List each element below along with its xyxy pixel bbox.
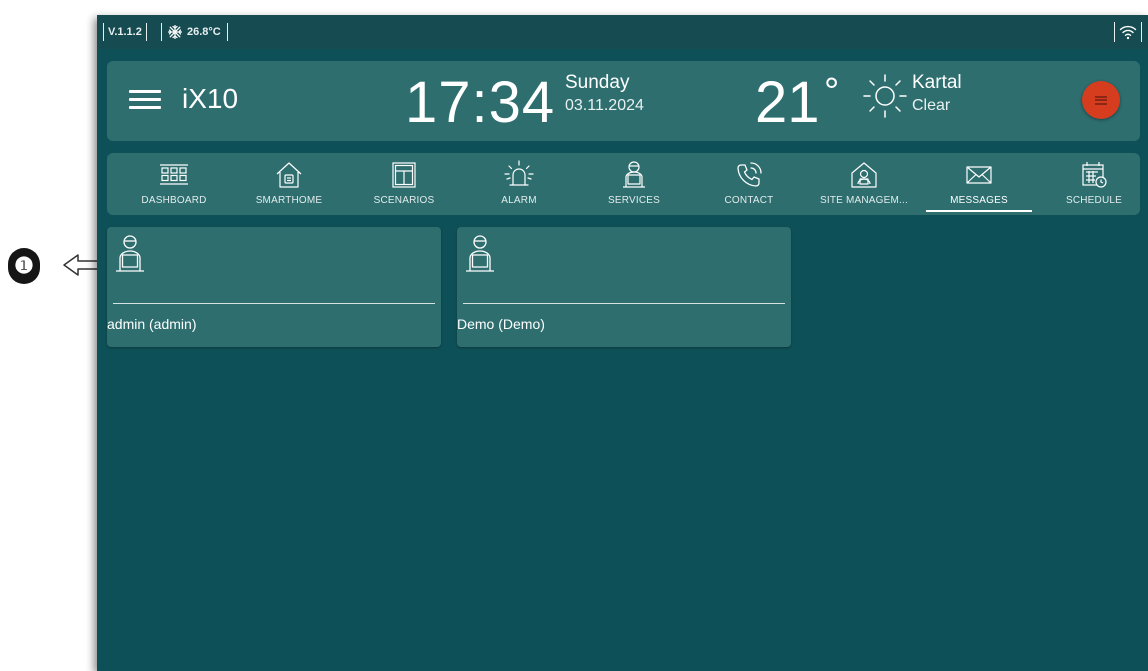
indoor-temperature: 26.8°C xyxy=(161,23,228,41)
snowflake-icon xyxy=(168,25,182,39)
weather-temperature: 21 xyxy=(755,70,820,135)
nav-label-schedule: SCHEDULE xyxy=(1065,195,1123,206)
envelope-icon xyxy=(966,166,992,184)
wifi-status[interactable] xyxy=(1114,22,1142,42)
nav-label-smarthome: SMARTHOME xyxy=(255,195,323,206)
nav-item-scenarios[interactable]: SCENARIOS xyxy=(349,153,459,215)
sun-icon xyxy=(863,74,907,118)
house-icon xyxy=(276,162,302,188)
nav-label-site-management: SITE MANAGEM... xyxy=(819,195,908,206)
active-tab-indicator xyxy=(926,210,1032,212)
nav-item-dashboard[interactable]: DASHBOARD xyxy=(119,153,229,215)
person-laptop-icon xyxy=(623,161,645,188)
nav-label-alarm: ALARM xyxy=(501,195,537,206)
version-label: V.1.1.2 xyxy=(103,23,147,41)
card-divider xyxy=(113,303,435,304)
site-management-icon xyxy=(851,162,877,188)
main-nav: DASHBOARD SMARTHOME SCENARIOS ALARM SERV… xyxy=(107,153,1140,215)
user-name-label: Demo (Demo) xyxy=(457,316,545,332)
nav-label-services: SERVICES xyxy=(608,195,660,206)
options-menu-button[interactable] xyxy=(1082,81,1120,119)
calendar-clock-icon xyxy=(1082,162,1107,188)
clock-time: 17:34 xyxy=(405,70,556,135)
nav-label-contact: CONTACT xyxy=(724,195,774,206)
nav-item-alarm[interactable]: ALARM xyxy=(464,153,574,215)
window-icon xyxy=(392,162,416,188)
nav-item-services[interactable]: SERVICES xyxy=(579,153,689,215)
nav-label-messages: MESSAGES xyxy=(950,195,1008,206)
callout-number: ❶ xyxy=(8,248,40,284)
card-divider xyxy=(463,303,785,304)
wifi-icon xyxy=(1119,25,1137,40)
siren-icon xyxy=(504,160,534,186)
hamburger-menu-icon[interactable] xyxy=(129,85,161,117)
status-bar: V.1.1.2 26.8°C xyxy=(97,15,1148,49)
nav-item-site-management[interactable]: SITE MANAGEM... xyxy=(809,153,919,215)
temperature-value: 26.8°C xyxy=(187,26,221,38)
nav-label-scenarios: SCENARIOS xyxy=(373,195,435,206)
degree-symbol: ° xyxy=(824,71,840,113)
nav-label-dashboard: DASHBOARD xyxy=(141,195,207,206)
person-laptop-icon xyxy=(116,235,144,272)
day-name: Sunday xyxy=(565,72,630,93)
dashboard-grid-icon xyxy=(160,164,188,185)
nav-item-messages[interactable]: MESSAGES xyxy=(924,153,1034,215)
tablet-screen: V.1.1.2 26.8°C iX10 17:34 Sunday 03.11.2… xyxy=(97,15,1148,671)
user-name-label: admin (admin) xyxy=(107,316,197,332)
nav-item-contact[interactable]: CONTACT xyxy=(694,153,804,215)
weather-condition: Clear xyxy=(912,97,951,114)
header-panel: iX10 17:34 Sunday 03.11.2024 21 ° Kartal… xyxy=(107,61,1140,141)
person-laptop-icon xyxy=(466,235,494,272)
weather-city: Kartal xyxy=(912,72,962,93)
nav-item-smarthome[interactable]: SMARTHOME xyxy=(234,153,344,215)
nav-item-schedule[interactable]: SCHEDULE xyxy=(1039,153,1148,215)
app-title: iX10 xyxy=(182,83,239,114)
date: 03.11.2024 xyxy=(565,97,644,114)
callout-badge-1: ❶ xyxy=(8,248,40,284)
phone-icon xyxy=(737,162,762,187)
user-card-demo[interactable]: Demo (Demo) xyxy=(457,227,791,347)
user-card-admin[interactable]: admin (admin) xyxy=(107,227,441,347)
